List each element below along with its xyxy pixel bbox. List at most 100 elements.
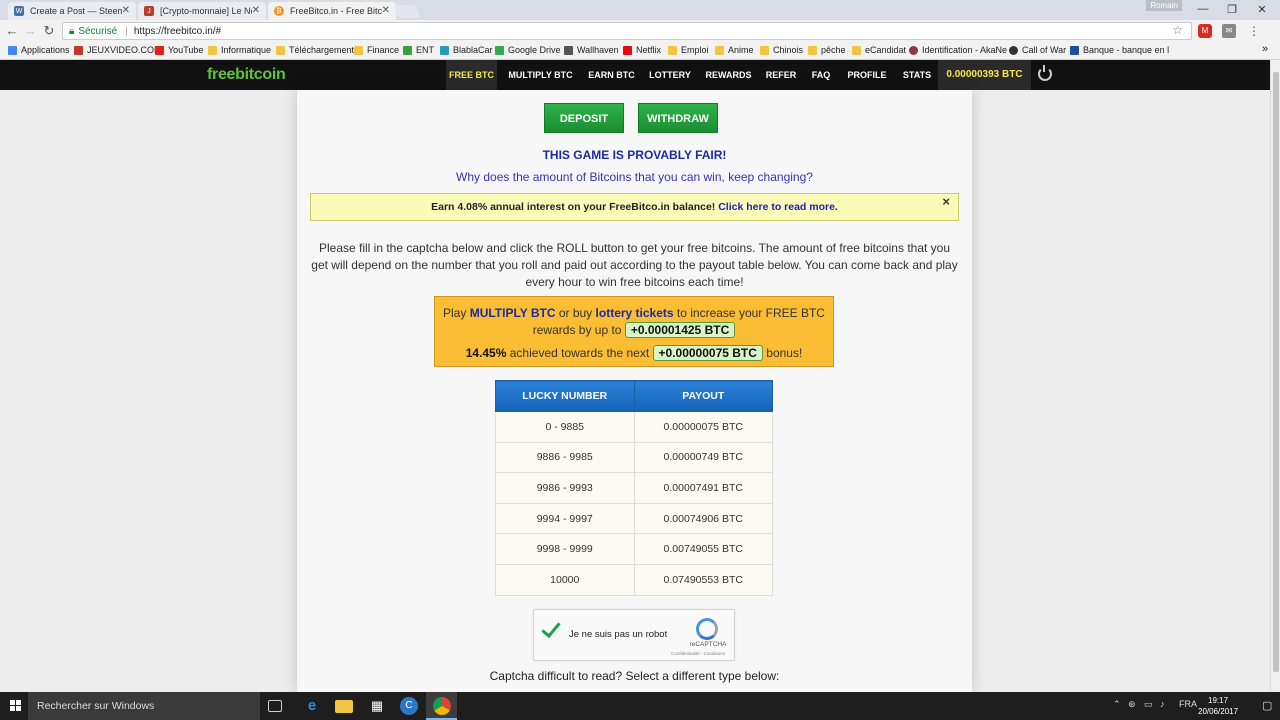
tray-network-icon[interactable]: ⊛: [1128, 699, 1136, 710]
address-bar[interactable]: 🔒︎ Sécurisé | https://freebitco.in/# ☆: [62, 22, 1192, 40]
bookmark-youtube[interactable]: YouTube: [155, 45, 203, 55]
close-tab-icon[interactable]: ✕: [122, 5, 130, 16]
reload-icon[interactable]: ↻: [41, 23, 57, 39]
lucky-number-cell: 10000: [495, 563, 635, 596]
promo-multiply-link[interactable]: MULTIPLY BTC: [470, 306, 556, 320]
tray-chevron-icon[interactable]: ⌃: [1113, 699, 1121, 710]
nav-stats[interactable]: STATS: [898, 60, 936, 90]
recaptcha-checkmark-icon[interactable]: [541, 617, 561, 639]
withdraw-button[interactable]: WITHDRAW: [638, 103, 718, 133]
bookmark-folder-ecandidat[interactable]: eCandidat: [852, 45, 906, 55]
nav-earn-btc[interactable]: EARN BTC: [584, 60, 639, 90]
table-header-row: LUCKY NUMBER PAYOUT: [495, 380, 773, 412]
close-tab-icon[interactable]: ✕: [252, 5, 260, 16]
close-tab-icon[interactable]: ✕: [382, 5, 390, 16]
bookmark-label: Wallhaven: [577, 45, 619, 55]
bookmark-star-icon[interactable]: ☆: [1172, 23, 1183, 37]
nav-refer[interactable]: REFER: [762, 60, 800, 90]
promo-text: Play: [443, 306, 467, 320]
extension-icon[interactable]: M: [1198, 24, 1212, 38]
next-bonus-pill: +0.00000075 BTC: [652, 345, 763, 361]
browser-tab-freebitcoin[interactable]: ₿ FreeBitco.in - Free Bitcoi ✕: [268, 2, 396, 20]
roll-instructions: Please fill in the captcha below and cli…: [311, 241, 958, 289]
deposit-button[interactable]: DEPOSIT: [544, 103, 624, 133]
bookmark-label: Banque - banque en l: [1083, 45, 1170, 55]
file-explorer-icon[interactable]: [335, 700, 353, 713]
new-tab-button[interactable]: [393, 5, 421, 18]
bookmark-google-drive[interactable]: Google Drive: [495, 45, 561, 55]
nav-multiply-btc[interactable]: MULTIPLY BTC: [503, 60, 578, 90]
payout-header: PAYOUT: [633, 380, 773, 412]
profile-badge[interactable]: Romain: [1146, 0, 1182, 11]
bookmark-folder-anime[interactable]: Anime: [715, 45, 754, 55]
bookmark-netflix[interactable]: Netflix: [623, 45, 661, 55]
close-banner-icon[interactable]: ×: [942, 189, 950, 215]
bookmark-folder-finance[interactable]: Finance: [354, 45, 399, 55]
windows-start-icon[interactable]: [10, 700, 22, 712]
why-amount-changes-link[interactable]: Why does the amount of Bitcoins that you…: [297, 170, 972, 184]
payout-table: LUCKY NUMBER PAYOUT 0 - 9885 0.00000075 B…: [495, 380, 773, 596]
tray-battery-icon[interactable]: ▭: [1144, 699, 1153, 710]
page-scrollbar[interactable]: [1270, 60, 1280, 692]
bookmark-wallhaven[interactable]: Wallhaven: [564, 45, 619, 55]
forward-arrow-icon[interactable]: →: [22, 23, 38, 38]
nav-free-btc[interactable]: FREE BTC: [446, 60, 497, 90]
recaptcha-brand: reCAPTCHA: [689, 641, 727, 648]
nav-rewards[interactable]: REWARDS: [701, 60, 756, 90]
bookmarks-overflow-icon[interactable]: »: [1262, 43, 1268, 55]
bookmark-label: BlablaCar: [453, 45, 493, 55]
bookmark-folder-telechargement[interactable]: Téléchargement: [276, 45, 354, 55]
payout-cell: 0.00749055 BTC: [633, 533, 773, 565]
edge-browser-icon[interactable]: e: [303, 697, 321, 715]
logout-power-icon[interactable]: [1038, 65, 1052, 81]
freebitcoin-logo[interactable]: freebitcoin: [207, 66, 286, 84]
recaptcha-privacy-terms-links[interactable]: Confidentialité - Conditions: [662, 651, 734, 656]
bookmark-folder-chinois[interactable]: Chinois: [760, 45, 803, 55]
browser-tab-jeuxvideo[interactable]: J [Crypto-monnaie] Le Ne ✕: [138, 2, 266, 20]
bookmark-jeuxvideo[interactable]: JEUXVIDEO.COM: [74, 45, 162, 55]
menu-icon[interactable]: ⋮: [1247, 24, 1261, 38]
bookmark-ent[interactable]: ENT: [403, 45, 434, 55]
nav-profile[interactable]: PROFILE: [842, 60, 892, 90]
steemit-favicon-icon: W: [14, 6, 24, 16]
close-window-icon[interactable]: ✕: [1252, 3, 1272, 16]
bookmark-call-of-war[interactable]: Call of War: [1009, 45, 1066, 55]
bookmark-blablacar[interactable]: BlablaCar: [440, 45, 493, 55]
tray-language[interactable]: FRA: [1179, 699, 1197, 709]
promo-text: bonus!: [766, 346, 803, 360]
browser-tab-steemit[interactable]: W Create a Post — Steemit ✕: [8, 2, 136, 20]
ccleaner-icon[interactable]: C: [400, 697, 418, 715]
recaptcha-label: Je ne suis pas un robot: [569, 629, 668, 640]
back-arrow-icon[interactable]: ←: [4, 23, 20, 38]
taskbar-search-box[interactable]: Rechercher sur Windows: [28, 692, 260, 720]
bookmark-folder-peche[interactable]: pêche: [808, 45, 846, 55]
windows-taskbar: Rechercher sur Windows e ▦ C ⌃ ⊛ ▭ ♪ FRA…: [0, 692, 1280, 720]
bookmark-banque[interactable]: Banque - banque en l: [1070, 45, 1169, 55]
bookmark-folder-informatique[interactable]: Informatique: [208, 45, 271, 55]
task-view-icon[interactable]: [268, 700, 282, 712]
interest-read-more-link[interactable]: Click here to read more.: [718, 201, 838, 213]
balance-display: 0.00000393 BTC: [938, 60, 1031, 90]
chrome-icon[interactable]: [433, 697, 451, 715]
promo-line-1: Play MULTIPLY BTC or buy lottery tickets…: [435, 305, 833, 322]
minimize-icon[interactable]: —: [1193, 3, 1213, 15]
bookmark-label: Téléchargement: [289, 45, 355, 55]
calculator-icon[interactable]: ▦: [368, 697, 386, 715]
logo-bitcoin: bitcoin: [235, 66, 286, 83]
nav-faq[interactable]: FAQ: [806, 60, 836, 90]
table-row: 9886 - 9985 0.00000749 BTC: [495, 441, 773, 474]
tray-volume-icon[interactable]: ♪: [1160, 699, 1165, 709]
restore-icon[interactable]: ❐: [1222, 3, 1242, 16]
bookmark-akane[interactable]: Identification - AkaNe: [909, 45, 1007, 55]
nav-lottery[interactable]: LOTTERY: [645, 60, 695, 90]
mail-icon[interactable]: ✉: [1222, 24, 1236, 38]
address-toolbar: ← → ↻ 🔒︎ Sécurisé | https://freebitco.in…: [0, 20, 1280, 42]
call-of-war-icon: [1009, 45, 1018, 55]
scrollbar-thumb[interactable]: [1273, 72, 1279, 672]
bookmark-applications[interactable]: Applications: [8, 45, 70, 55]
google-drive-icon: [495, 45, 504, 55]
taskbar-clock[interactable]: 19:17 20/06/2017: [1198, 695, 1238, 717]
bookmark-folder-emploi[interactable]: Emploi: [668, 45, 709, 55]
notification-center-icon[interactable]: ▢: [1262, 699, 1272, 712]
promo-lottery-link[interactable]: lottery tickets: [596, 306, 674, 320]
